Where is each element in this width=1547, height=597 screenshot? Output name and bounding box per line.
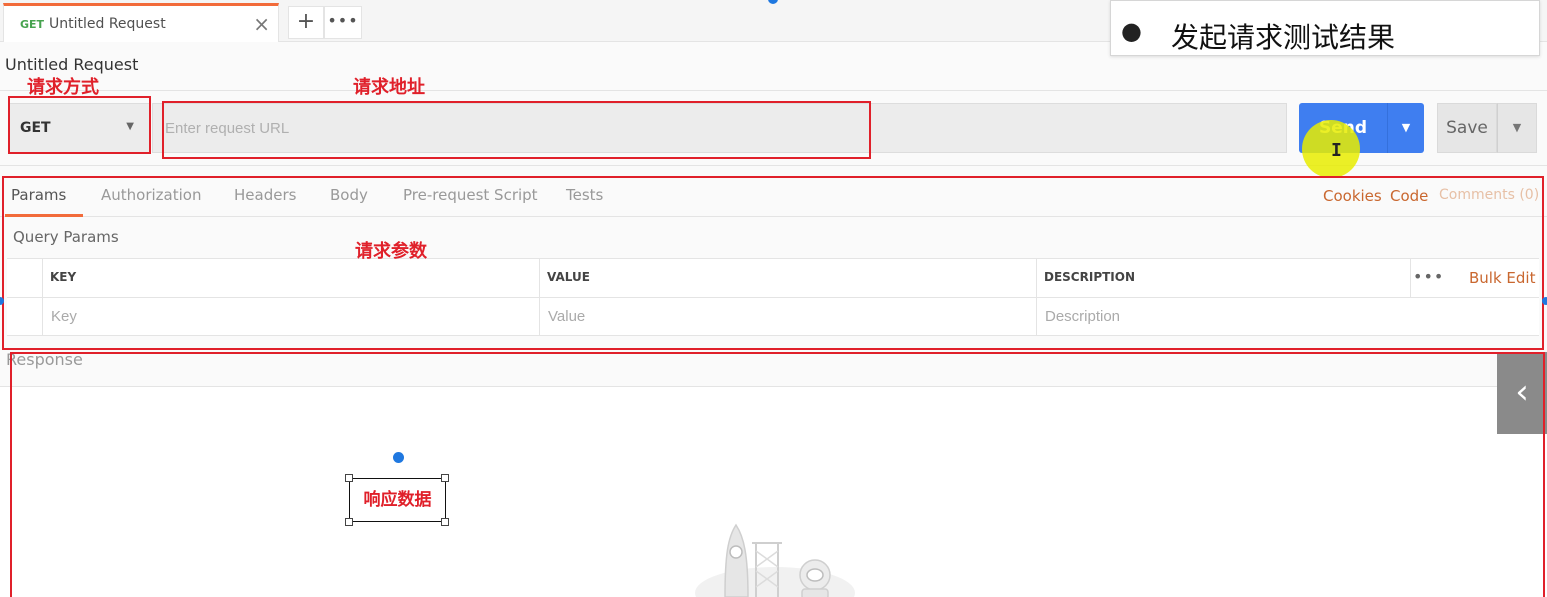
slide-note-text: 发起请求测试结果	[1171, 21, 1396, 54]
annotation-box-url	[162, 101, 871, 159]
rotate-handle[interactable]	[393, 452, 404, 463]
close-icon[interactable]: ×	[253, 12, 270, 36]
annotation-box-params	[2, 176, 1544, 350]
resize-handle[interactable]	[441, 474, 449, 482]
request-tab-name: Untitled Request	[49, 16, 166, 32]
save-button[interactable]: Save	[1437, 103, 1497, 153]
annotation-label-method: 请求方式	[27, 77, 99, 98]
send-dropdown-button[interactable]: ▼	[1387, 103, 1424, 153]
request-tab-method: GET	[20, 18, 45, 31]
bullet-icon: ●	[1121, 17, 1142, 45]
annotation-box-response	[10, 352, 1545, 597]
annotation-shape-response[interactable]: 响应数据	[349, 478, 446, 522]
slide-note: ● 发起请求测试结果	[1110, 0, 1540, 56]
annotation-label-response: 响应数据	[363, 490, 432, 510]
request-tab[interactable]: GET Untitled Request ×	[3, 3, 279, 42]
add-tab-button[interactable]: +	[288, 6, 324, 39]
annotation-label-params: 请求参数	[355, 241, 427, 262]
more-tabs-button[interactable]: •••	[324, 6, 362, 39]
resize-handle[interactable]	[345, 518, 353, 526]
annotation-label-url: 请求地址	[353, 77, 425, 98]
resize-handle[interactable]	[441, 518, 449, 526]
save-dropdown-button[interactable]: ▼	[1497, 103, 1537, 153]
selection-handle	[1542, 297, 1547, 305]
annotation-box-method	[8, 96, 151, 154]
text-cursor-icon: I	[1331, 140, 1342, 161]
resize-handle[interactable]	[345, 474, 353, 482]
request-title[interactable]: Untitled Request	[5, 55, 138, 74]
